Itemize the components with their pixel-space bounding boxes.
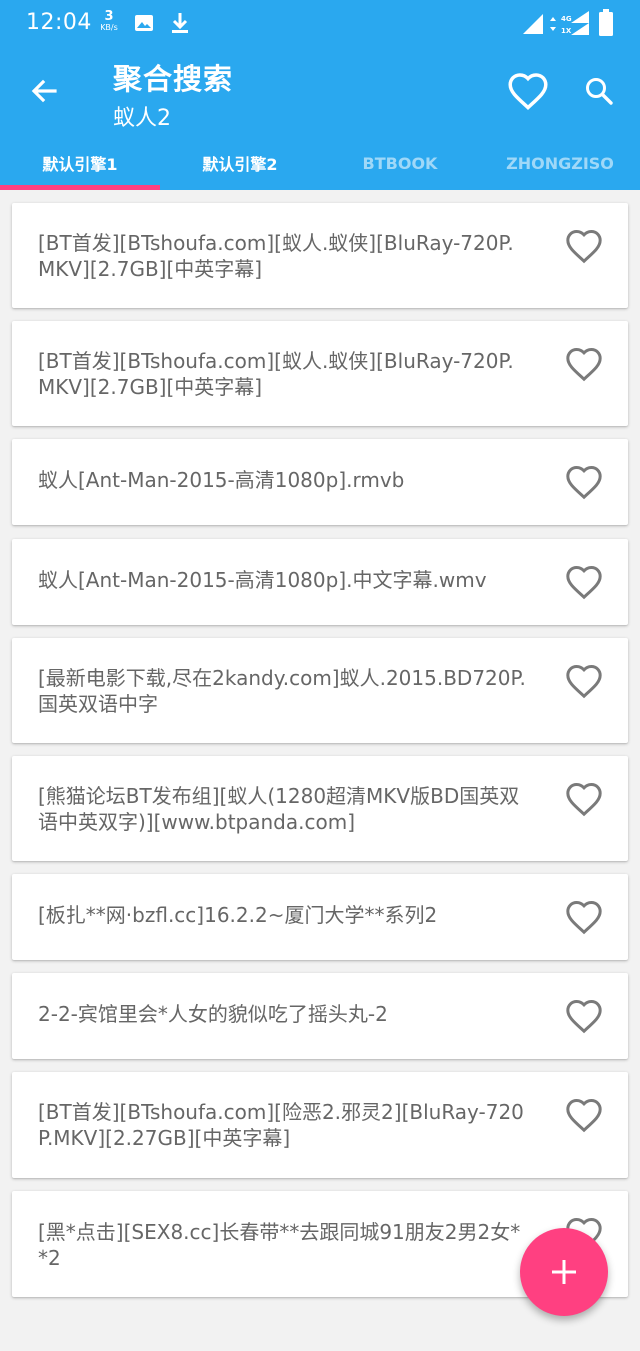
favorite-toggle[interactable]: [564, 898, 604, 938]
result-title: [熊猫论坛BT发布组][蚁人(1280超清MKV版BD国英双语中英双字)][ww…: [38, 784, 520, 834]
result-title: [板扎**网·bzfl.cc]16.2.2~厦门大学**系列2: [38, 903, 438, 927]
tab-indicator: [0, 185, 160, 190]
net-speed-unit: KB/s: [100, 23, 118, 32]
tab-btbook[interactable]: BTBOOK: [320, 136, 480, 190]
result-title: [BT首发][BTshoufa.com][蚁人.蚁侠][BluRay-720P.…: [38, 349, 514, 399]
signal-icon: [523, 14, 543, 34]
result-title: [BT首发][BTshoufa.com][蚁人.蚁侠][BluRay-720P.…: [38, 231, 514, 281]
engine-tabs: 默认引擎1 默认引擎2 BTBOOK ZHONGZISO: [0, 136, 640, 190]
network-4g-label: 4G: [561, 15, 572, 23]
favorite-toggle[interactable]: [564, 345, 604, 385]
tab-zhongziso[interactable]: ZHONGZISO: [480, 136, 640, 190]
net-speed-value: 3: [104, 9, 114, 24]
search-icon: [586, 78, 613, 105]
heart-outline-icon: [566, 229, 602, 264]
heart-outline-icon: [566, 1098, 602, 1133]
result-card[interactable]: [BT首发][BTshoufa.com][蚁人.蚁侠][BluRay-720P.…: [12, 321, 628, 426]
download-icon: [172, 13, 188, 33]
heart-outline-icon: [566, 664, 602, 699]
heart-outline-icon: [508, 73, 548, 110]
battery-icon: [599, 9, 613, 36]
tab-default-engine-1[interactable]: 默认引擎1: [0, 136, 160, 190]
result-card[interactable]: [BT首发][BTshoufa.com][险恶2.邪灵2][BluRay-720…: [12, 1072, 628, 1178]
favorite-toggle[interactable]: [564, 563, 604, 603]
heart-outline-icon: [566, 465, 602, 500]
search-query-subtitle: 蚁人2: [113, 106, 171, 131]
favorite-toggle[interactable]: [564, 1096, 604, 1136]
plus-icon: [552, 1260, 576, 1284]
favorite-toggle[interactable]: [564, 780, 604, 820]
result-card[interactable]: [最新电影下载,尽在2kandy.com]蚁人.2015.BD720P.国英双语…: [12, 638, 628, 743]
network-icon: 4G 1X: [561, 11, 589, 35]
search-button[interactable]: [578, 70, 622, 114]
result-title: [BT首发][BTshoufa.com][险恶2.邪灵2][BluRay-720…: [38, 1100, 524, 1150]
result-card[interactable]: [板扎**网·bzfl.cc]16.2.2~厦门大学**系列2: [12, 874, 628, 960]
favorite-toggle[interactable]: [564, 997, 604, 1037]
favorite-toggle[interactable]: [564, 463, 604, 503]
app-bar: 12:04 3 KB/s 4G 1X 聚合搜索 蚁人2 默认引擎1 默认引擎2 …: [0, 0, 640, 190]
image-icon: [135, 15, 153, 31]
favorites-button[interactable]: [506, 70, 550, 114]
result-title: 蚁人[Ant-Man-2015-高清1080p].rmvb: [38, 468, 405, 492]
result-title: 2-2-宾馆里会*人女的貌似吃了摇头丸-2: [38, 1002, 388, 1026]
heart-outline-icon: [566, 347, 602, 382]
result-card[interactable]: [BT首发][BTshoufa.com][蚁人.蚁侠][BluRay-720P.…: [12, 203, 628, 308]
result-title: [最新电影下载,尽在2kandy.com]蚁人.2015.BD720P.国英双语…: [38, 666, 526, 716]
back-button[interactable]: [22, 70, 66, 114]
back-arrow-icon: [31, 79, 57, 103]
result-card[interactable]: 蚁人[Ant-Man-2015-高清1080p].rmvb: [12, 439, 628, 525]
add-button[interactable]: [520, 1228, 608, 1316]
heart-outline-icon: [566, 782, 602, 817]
heart-outline-icon: [566, 999, 602, 1034]
tab-default-engine-2[interactable]: 默认引擎2: [160, 136, 320, 190]
result-card[interactable]: 2-2-宾馆里会*人女的貌似吃了摇头丸-2: [12, 973, 628, 1059]
result-card[interactable]: 蚁人[Ant-Man-2015-高清1080p].中文字幕.wmv: [12, 539, 628, 625]
favorite-toggle[interactable]: [564, 227, 604, 267]
result-title: 蚁人[Ant-Man-2015-高清1080p].中文字幕.wmv: [38, 568, 487, 592]
status-time: 12:04: [26, 10, 92, 35]
page-title: 聚合搜索: [113, 62, 234, 96]
network-1x-label: 1X: [561, 27, 572, 35]
toolbar: 聚合搜索 蚁人2: [0, 48, 640, 134]
net-speed: 3 KB/s: [96, 10, 122, 32]
result-card[interactable]: [熊猫论坛BT发布组][蚁人(1280超清MKV版BD国英双语中英双字)][ww…: [12, 756, 628, 861]
status-bar: 12:04 3 KB/s 4G 1X: [0, 0, 640, 48]
mobile-data-icon: [550, 17, 556, 31]
favorite-toggle[interactable]: [564, 662, 604, 702]
heart-outline-icon: [566, 565, 602, 600]
result-title: [黑*点击][SEX8.cc]长春带**去跟同城91朋友2男2女**2: [38, 1220, 521, 1270]
heart-outline-icon: [566, 900, 602, 935]
